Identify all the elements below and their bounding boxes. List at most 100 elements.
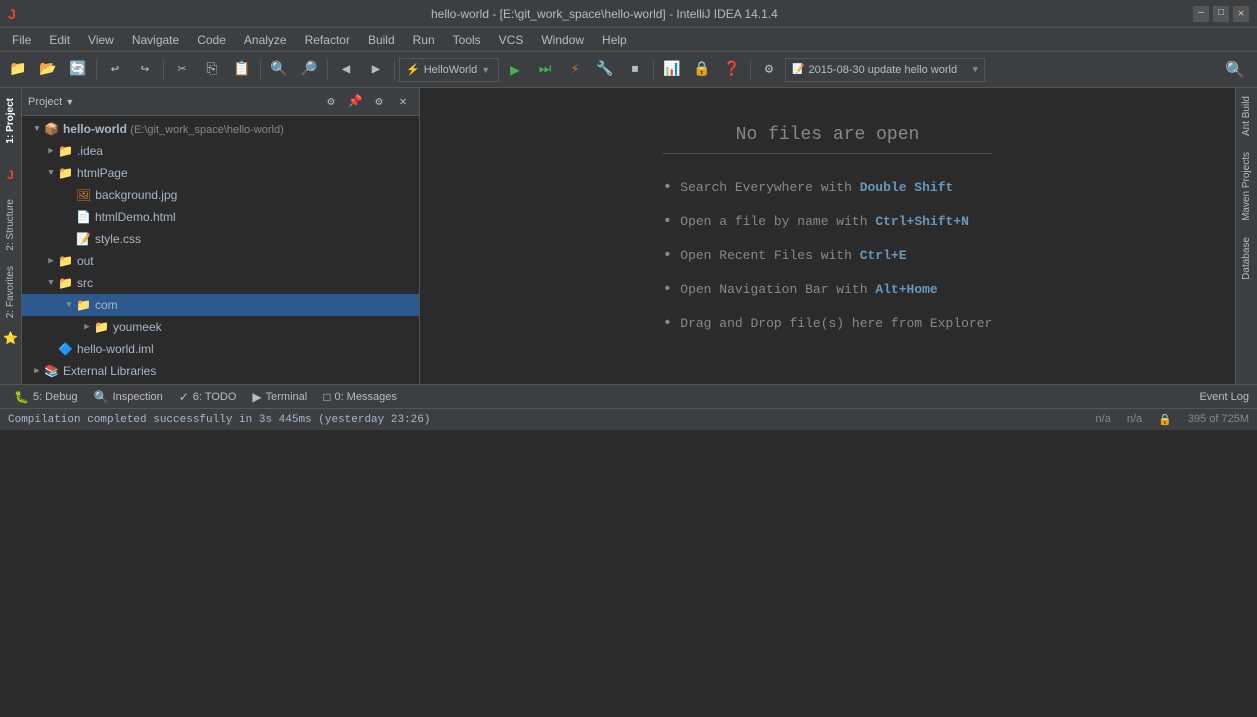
right-sidebar-maven[interactable]: Maven Projects — [1239, 144, 1254, 229]
toolbar-nav-back[interactable]: ◀ — [332, 56, 360, 84]
run-config-dropdown[interactable]: ⚡ HelloWorld ▼ — [399, 58, 499, 82]
menu-vcs[interactable]: VCS — [491, 31, 532, 49]
menu-bar: File Edit View Navigate Code Analyze Ref… — [0, 28, 1257, 52]
toolbar-btn-5[interactable]: ⏹ — [621, 56, 649, 84]
toolbar-settings[interactable]: ⚙ — [755, 56, 783, 84]
todo-icon: ✓ — [179, 390, 189, 404]
project-panel-toolbar: Project ▼ ⚙ 📌 ⚙ ✕ — [22, 88, 419, 116]
right-sidebar-ant-build[interactable]: Ant Build — [1239, 88, 1254, 144]
tree-iml[interactable]: 🔷 hello-world.iml — [22, 338, 419, 360]
status-debug[interactable]: 🐛 5: Debug — [8, 388, 84, 406]
minimize-button[interactable]: — — [1193, 6, 1209, 22]
sidebar-item-project[interactable]: 1: Project — [3, 90, 18, 152]
toolbar-copy[interactable]: ⎘ — [198, 56, 226, 84]
menu-edit[interactable]: Edit — [41, 31, 78, 49]
hint-key-3: Ctrl+E — [860, 248, 907, 263]
app-logo: J — [8, 6, 16, 22]
panel-gear-btn[interactable]: ⚙ — [369, 92, 389, 112]
left-sidebar: 1: Project J 2: Structure 2: Favorites ⭐ — [0, 88, 22, 384]
maximize-button[interactable]: □ — [1213, 6, 1229, 22]
event-log[interactable]: Event Log — [1199, 391, 1249, 403]
panel-pin-btn[interactable]: 📌 — [345, 92, 365, 112]
global-search-icon[interactable]: 🔍 — [1217, 56, 1253, 84]
right-sidebar-database[interactable]: Database — [1239, 229, 1254, 288]
menu-navigate[interactable]: Navigate — [124, 31, 187, 49]
toolbar-search[interactable]: 🔍 — [265, 56, 293, 84]
status-inspection[interactable]: 🔍 Inspection — [88, 388, 169, 406]
menu-run[interactable]: Run — [405, 31, 443, 49]
menu-help[interactable]: Help — [594, 31, 635, 49]
toolbar-open[interactable]: 📂 — [34, 56, 62, 84]
toolbar-btn-8[interactable]: ❓ — [718, 56, 746, 84]
toolbar-replace[interactable]: 🔎 — [295, 56, 323, 84]
toolbar: 📁 📂 🔄 ↩ ↪ ✂ ⎘ 📋 🔍 🔎 ◀ ▶ ⚡ HelloWorld ▼ ▶… — [0, 52, 1257, 88]
out-folder-icon: 📁 — [58, 254, 73, 269]
toolbar-undo[interactable]: ↩ — [101, 56, 129, 84]
menu-analyze[interactable]: Analyze — [236, 31, 295, 49]
tree-com[interactable]: ▼ 📁 com — [22, 294, 419, 316]
hint-bullet-4: • — [663, 280, 673, 298]
toolbar-btn-6[interactable]: 📊 — [658, 56, 686, 84]
toolbar-new-project[interactable]: 📁 — [4, 56, 32, 84]
sidebar-item-favorites[interactable]: 2: Favorites — [3, 258, 18, 326]
menu-refactor[interactable]: Refactor — [297, 31, 358, 49]
status-messages[interactable]: □ 0: Messages — [317, 388, 403, 406]
toolbar-btn-2[interactable]: ⏭ — [531, 56, 559, 84]
project-title-arrow[interactable]: ▼ — [65, 97, 74, 107]
project-panel: Project ▼ ⚙ 📌 ⚙ ✕ ▼ 📦 hello-world (E:\gi… — [22, 88, 420, 384]
tree-src[interactable]: ▼ 📁 src — [22, 272, 419, 294]
toolbar-paste[interactable]: 📋 — [228, 56, 256, 84]
right-sidebar: Ant Build Maven Projects Database — [1235, 88, 1257, 384]
file-tree: ▼ 📦 hello-world (E:\git_work_space\hello… — [22, 116, 419, 384]
tree-idea[interactable]: ▶ 📁 .idea — [22, 140, 419, 162]
status-terminal[interactable]: ▶ Terminal — [246, 388, 313, 406]
tree-out[interactable]: ▶ 📁 out — [22, 250, 419, 272]
editor-area: No files are open • Search Everywhere wi… — [420, 88, 1235, 384]
tree-background-jpg[interactable]: 🖼 background.jpg — [22, 184, 419, 206]
toolbar-redo[interactable]: ↪ — [131, 56, 159, 84]
close-button[interactable]: ✕ — [1233, 6, 1249, 22]
idea-arrow: ▶ — [44, 144, 58, 158]
memory-indicator: 395 of 725M — [1188, 413, 1249, 426]
intellij-icon-left: J — [7, 168, 14, 183]
tree-htmlpage[interactable]: ▼ 📁 htmlPage — [22, 162, 419, 184]
tree-external-libs[interactable]: ▶ 📚 External Libraries — [22, 360, 419, 382]
run-button[interactable]: ▶ — [501, 56, 529, 84]
hint-key-4: Alt+Home — [875, 282, 937, 297]
youmeek-label: youmeek — [113, 320, 162, 334]
sidebar-item-structure[interactable]: 2: Structure — [3, 191, 18, 259]
tree-root[interactable]: ▼ 📦 hello-world (E:\git_work_space\hello… — [22, 118, 419, 140]
tree-htmldemo[interactable]: 📄 htmlDemo.html — [22, 206, 419, 228]
youmeek-arrow: ▶ — [80, 320, 94, 334]
toolbar-cut[interactable]: ✂ — [168, 56, 196, 84]
menu-build[interactable]: Build — [360, 31, 403, 49]
status-todo[interactable]: ✓ 6: TODO — [173, 388, 243, 406]
messages-icon: □ — [323, 390, 330, 404]
toolbar-btn-3[interactable]: ⚡ — [561, 56, 589, 84]
tree-youmeek[interactable]: ▶ 📁 youmeek — [22, 316, 419, 338]
toolbar-sync[interactable]: 🔄 — [64, 56, 92, 84]
toolbar-sep-1 — [96, 60, 97, 80]
hint-bullet-1: • — [663, 178, 673, 196]
menu-view[interactable]: View — [80, 31, 122, 49]
panel-settings-btn[interactable]: ⚙ — [321, 92, 341, 112]
hint-text-2: Open a file by name with Ctrl+Shift+N — [680, 214, 969, 229]
toolbar-btn-4[interactable]: 🔧 — [591, 56, 619, 84]
panel-close-btn[interactable]: ✕ — [393, 92, 413, 112]
status-bar: 🐛 5: Debug 🔍 Inspection ✓ 6: TODO ▶ Term… — [0, 384, 1257, 408]
favorites-star-icon[interactable]: ⭐ — [0, 327, 22, 350]
menu-code[interactable]: Code — [189, 31, 234, 49]
iml-file-icon: 🔷 — [58, 342, 73, 357]
toolbar-nav-forward[interactable]: ▶ — [362, 56, 390, 84]
menu-file[interactable]: File — [4, 31, 39, 49]
toolbar-btn-7[interactable]: 🔒 — [688, 56, 716, 84]
tree-style-css[interactable]: 📝 style.css — [22, 228, 419, 250]
menu-window[interactable]: Window — [533, 31, 592, 49]
extlib-arrow: ▶ — [30, 364, 44, 378]
stylecss-label: style.css — [95, 232, 141, 246]
root-module-icon: 📦 — [44, 122, 59, 137]
no-arrow-3 — [62, 232, 76, 246]
out-arrow: ▶ — [44, 254, 58, 268]
htmlpage-arrow: ▼ — [44, 166, 58, 180]
menu-tools[interactable]: Tools — [445, 31, 489, 49]
